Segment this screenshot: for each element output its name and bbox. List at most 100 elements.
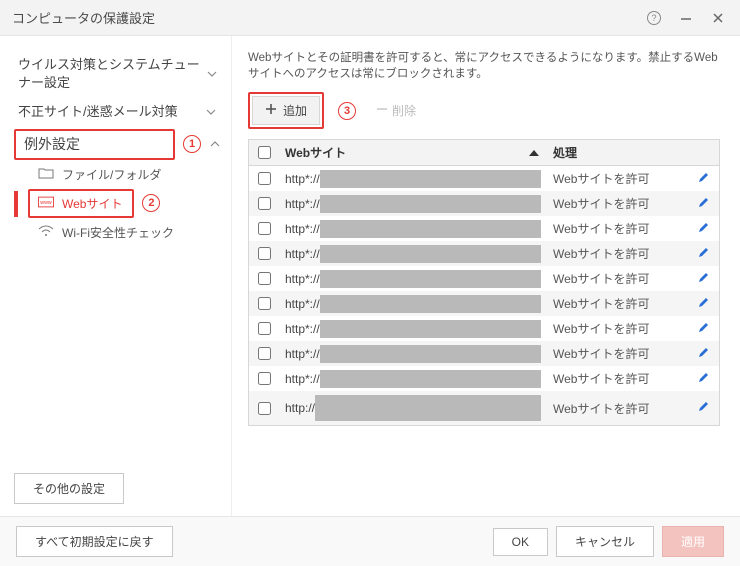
sidebar-item-label: Wi-Fi安全性チェック (62, 224, 174, 241)
nav-group-virus[interactable]: ウイルス対策とシステムチューナー設定 (14, 50, 221, 97)
nav-group-fraud[interactable]: 不正サイト/迷惑メール対策 (14, 97, 221, 127)
help-icon[interactable]: ? (644, 8, 664, 28)
apply-button[interactable]: 適用 (662, 526, 724, 557)
edit-icon[interactable] (697, 296, 710, 312)
redacted-mask (320, 245, 541, 263)
edit-icon[interactable] (697, 400, 710, 416)
url-prefix: http*:// (285, 172, 320, 186)
row-checkbox[interactable] (258, 347, 271, 360)
table-header: Webサイト 処理 (249, 140, 719, 166)
table-row: http*:// Webサイトを許可 (249, 166, 719, 191)
table-row: http:// Webサイトを許可 (249, 391, 719, 425)
cancel-button[interactable]: キャンセル (556, 526, 654, 557)
cell-action: Webサイトを許可 (547, 170, 687, 187)
footer-bar: すべて初期設定に戻す OK キャンセル 適用 (0, 516, 740, 566)
row-checkbox[interactable] (258, 297, 271, 310)
table-row: http*:// Webサイトを許可 (249, 216, 719, 241)
active-indicator (14, 191, 18, 217)
svg-text:www: www (40, 200, 52, 206)
sidebar-item-website[interactable]: www Webサイト (28, 189, 134, 218)
row-checkbox[interactable] (258, 222, 271, 235)
add-label: 追加 (283, 102, 307, 119)
cell-action: Webサイトを許可 (547, 220, 687, 237)
url-prefix: http*:// (285, 247, 320, 261)
edit-icon[interactable] (697, 346, 710, 362)
other-settings-button[interactable]: その他の設定 (14, 473, 124, 504)
folder-icon (38, 166, 54, 183)
title-bar: コンピュータの保護設定 ? (0, 0, 740, 36)
edit-icon[interactable] (697, 171, 710, 187)
edit-icon[interactable] (697, 221, 710, 237)
reset-defaults-button[interactable]: すべて初期設定に戻す (16, 526, 173, 557)
table-row: http*://Webサイトを許可 (249, 291, 719, 316)
cell-site: http:// (279, 395, 547, 421)
redacted-mask (320, 345, 541, 363)
edit-icon[interactable] (697, 321, 710, 337)
www-icon: www (38, 195, 54, 212)
description-text: Webサイトとその証明書を許可すると、常にアクセスできるようになります。禁止する… (248, 50, 720, 82)
sidebar-item-label: ファイル/フォルダ (62, 166, 161, 183)
redacted-mask (320, 170, 541, 188)
cell-site: http*:// (279, 345, 547, 363)
minimize-icon[interactable] (676, 8, 696, 28)
cell-site: http*:// (279, 245, 547, 263)
chevron-down-icon (205, 106, 217, 118)
cell-action: Webサイトを許可 (547, 245, 687, 262)
nav-label: 不正サイト/迷惑メール対策 (18, 103, 178, 121)
delete-button[interactable]: 削除 (370, 101, 422, 120)
toolbar: 追加 3 削除 (248, 92, 720, 129)
table-row: http*://Webサイトを許可 (249, 366, 719, 391)
row-checkbox[interactable] (258, 372, 271, 385)
cell-site: http*:// (279, 295, 547, 313)
row-checkbox[interactable] (258, 197, 271, 210)
url-prefix: http:// (285, 401, 315, 415)
url-prefix: http*:// (285, 322, 320, 336)
cell-action: Webサイトを許可 (547, 400, 687, 417)
cell-site: http*:// (279, 170, 547, 188)
cell-action: Webサイトを許可 (547, 295, 687, 312)
ok-button[interactable]: OK (493, 528, 548, 556)
redacted-mask (320, 220, 541, 238)
close-icon[interactable] (708, 8, 728, 28)
nav-group-exception[interactable]: 例外設定 (14, 129, 175, 160)
redacted-mask (315, 395, 541, 421)
cell-action: Webサイトを許可 (547, 270, 687, 287)
row-checkbox[interactable] (258, 272, 271, 285)
url-prefix: http*:// (285, 197, 320, 211)
cell-site: http*:// (279, 270, 547, 288)
edit-icon[interactable] (697, 271, 710, 287)
nav-label: ウイルス対策とシステムチューナー設定 (18, 56, 207, 91)
chevron-down-icon (207, 68, 217, 80)
annotation-one: 1 (183, 135, 201, 153)
row-checkbox[interactable] (258, 402, 271, 415)
cell-action: Webサイトを許可 (547, 195, 687, 212)
wifi-icon (38, 224, 54, 241)
row-checkbox[interactable] (258, 322, 271, 335)
row-checkbox[interactable] (258, 247, 271, 260)
redacted-mask (320, 295, 541, 313)
select-all-checkbox[interactable] (258, 146, 271, 159)
cell-action: Webサイトを許可 (547, 370, 687, 387)
edit-icon[interactable] (697, 371, 710, 387)
content-area: ウイルス対策とシステムチューナー設定 不正サイト/迷惑メール対策 例外設定 1 … (0, 36, 740, 516)
chevron-up-icon (209, 138, 221, 150)
table-row: http*://Webサイトを許可 (249, 266, 719, 291)
table-row: http*:// Webサイトを許可 (249, 341, 719, 366)
sort-asc-icon (529, 150, 539, 156)
redacted-mask (320, 195, 541, 213)
column-action[interactable]: 処理 (547, 144, 687, 161)
url-prefix: http*:// (285, 347, 320, 361)
column-site[interactable]: Webサイト (279, 144, 547, 161)
cell-action: Webサイトを許可 (547, 345, 687, 362)
add-button[interactable]: 追加 (252, 96, 320, 125)
cell-action: Webサイトを許可 (547, 320, 687, 337)
svg-text:?: ? (651, 13, 656, 23)
cell-site: http*:// (279, 195, 547, 213)
edit-icon[interactable] (697, 196, 710, 212)
sidebar-item-wifi[interactable]: Wi-Fi安全性チェック (14, 218, 221, 247)
row-checkbox[interactable] (258, 172, 271, 185)
redacted-mask (320, 370, 541, 388)
sidebar-item-file-folder[interactable]: ファイル/フォルダ (14, 160, 221, 189)
url-prefix: http*:// (285, 222, 320, 236)
edit-icon[interactable] (697, 246, 710, 262)
